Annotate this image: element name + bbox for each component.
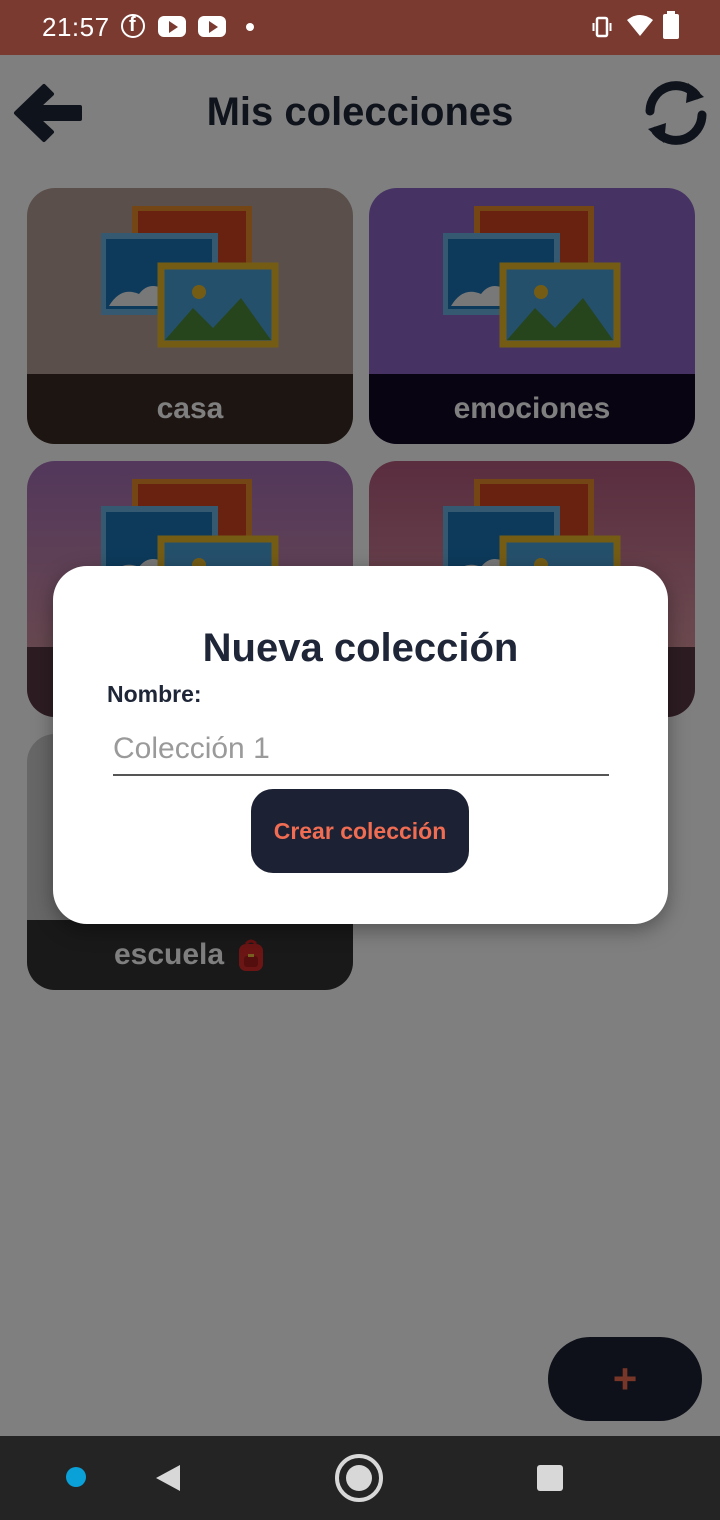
notification-dot-icon <box>246 23 254 31</box>
assistant-dot-icon <box>66 1467 86 1487</box>
new-collection-dialog: Nueva colección Nombre: Crear colección <box>53 566 668 924</box>
battery-icon <box>663 11 679 39</box>
system-nav-bar <box>0 1436 720 1520</box>
youtube-icon <box>198 16 226 37</box>
youtube-icon <box>158 16 186 37</box>
create-collection-label: Crear colección <box>273 817 447 844</box>
status-bar: 21:57 <box>0 0 720 55</box>
collection-name-input[interactable] <box>113 724 609 776</box>
status-time: 21:57 <box>42 12 110 42</box>
recents-square-icon[interactable] <box>537 1465 563 1491</box>
wifi-icon <box>627 15 653 36</box>
create-collection-button[interactable]: Crear colección <box>251 789 469 873</box>
vibrate-icon <box>592 16 612 38</box>
home-circle-icon[interactable] <box>335 1454 383 1502</box>
facebook-icon <box>121 14 145 38</box>
back-triangle-icon[interactable] <box>154 1463 182 1493</box>
dialog-title: Nueva colección <box>202 626 519 670</box>
name-field-label: Nombre: <box>107 681 202 707</box>
